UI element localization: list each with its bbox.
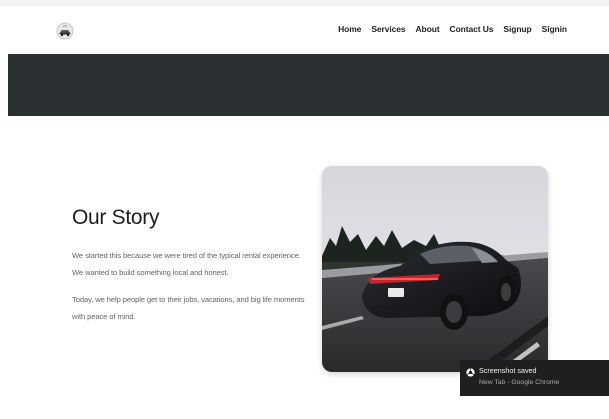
car-photo-illustration bbox=[322, 166, 548, 372]
story-title: Our Story bbox=[72, 206, 160, 229]
nav-contact-us[interactable]: Contact Us bbox=[450, 24, 494, 34]
nav-signin[interactable]: Signin bbox=[542, 24, 567, 34]
nav-home[interactable]: Home bbox=[338, 24, 361, 34]
nav-signup[interactable]: Signup bbox=[503, 24, 531, 34]
story-paragraph-2: Today, we help people get to their jobs,… bbox=[72, 295, 305, 321]
navbar: Home Services About Contact Us Signup Si… bbox=[0, 6, 609, 54]
nav-services[interactable]: Services bbox=[371, 24, 405, 34]
chrome-icon bbox=[466, 368, 475, 377]
nav-links: Home Services About Contact Us Signup Si… bbox=[338, 24, 567, 34]
hero-banner bbox=[8, 54, 609, 116]
car-logo-icon[interactable] bbox=[56, 22, 74, 40]
toast-subtitle: New Tab - Google Chrome bbox=[479, 379, 560, 386]
screenshot-toast[interactable]: Screenshot saved New Tab - Google Chrome bbox=[460, 360, 609, 396]
toast-title: Screenshot saved bbox=[479, 366, 537, 375]
car-image bbox=[322, 166, 548, 372]
story-paragraph-1: We started this because we were tired of… bbox=[72, 251, 301, 277]
nav-about[interactable]: About bbox=[416, 24, 440, 34]
